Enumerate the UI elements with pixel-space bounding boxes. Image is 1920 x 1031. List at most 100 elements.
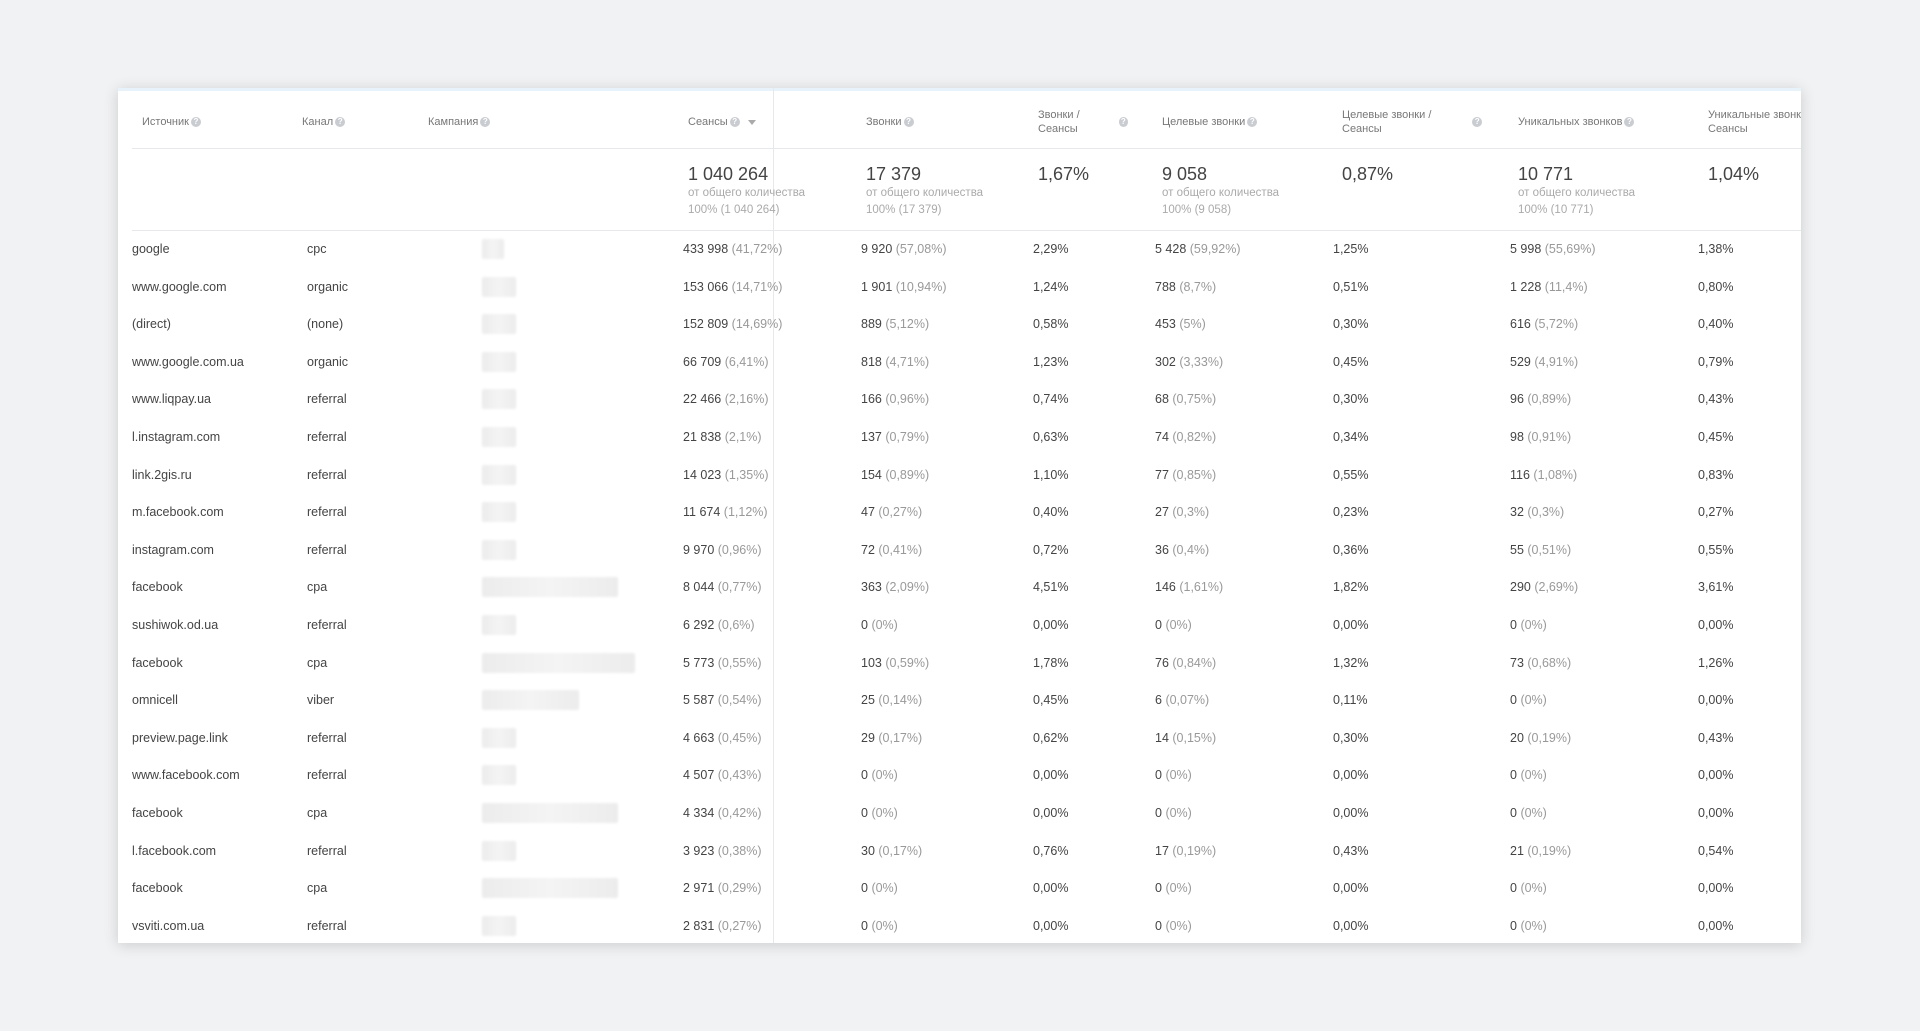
- cell-channel: referral: [307, 607, 347, 645]
- help-icon[interactable]: ?: [903, 117, 914, 127]
- table-row[interactable]: (direct) (none) 152 809 (14,69%) 889 (5,12%…: [132, 306, 1801, 344]
- cell-calls-rate: 0,76%: [1033, 833, 1068, 871]
- help-icon[interactable]: ?: [335, 117, 346, 127]
- total-caption: от общего количества: [1162, 187, 1280, 199]
- cell-share: (0,84%): [1172, 655, 1217, 670]
- help-icon[interactable]: ?: [1118, 117, 1128, 127]
- cell-value: 154: [861, 467, 882, 482]
- cell-share: (6,41%): [724, 354, 769, 369]
- cell-value: referral: [307, 467, 347, 482]
- table-row[interactable]: google cpc 433 998 (41,72%) 9 920 (57,08%) 2…: [132, 231, 1801, 269]
- cell-unique-rate: 0,45%: [1698, 419, 1733, 457]
- cell-unique: 32 (0,3%): [1510, 494, 1564, 532]
- table-row[interactable]: www.google.com.ua organic 66 709 (6,41%) 81…: [132, 344, 1801, 382]
- campaign-redacted: [482, 915, 516, 936]
- cell-sessions: 4 507 (0,43%): [683, 757, 762, 795]
- help-icon[interactable]: ?: [729, 117, 740, 127]
- cell-value: 0,55%: [1333, 467, 1369, 482]
- help-icon[interactable]: ?: [480, 117, 491, 127]
- table-row[interactable]: www.google.com organic 153 066 (14,71%) 1 9…: [132, 269, 1801, 307]
- table-row[interactable]: sushiwok.od.ua referral 6 292 (0,6%) 0 (0%)…: [132, 607, 1801, 645]
- cell-value: 22 466: [683, 392, 722, 407]
- cell-calls-rate: 0,58%: [1033, 306, 1068, 344]
- cell-share: (0,89%): [1527, 392, 1572, 407]
- table-row[interactable]: link.2gis.ru referral 14 023 (1,35%) 154 (0…: [132, 457, 1801, 495]
- cell-share: (0,79%): [885, 429, 930, 444]
- table-row[interactable]: facebook cpa 2 971 (0,29%) 0 (0%) 0,00% 0 (0%…: [132, 870, 1801, 908]
- help-icon[interactable]: ?: [190, 117, 201, 127]
- column-header[interactable]: Сеансы?: [688, 106, 838, 138]
- cell-value: 6 292: [683, 617, 715, 632]
- cell-value: 66 709: [683, 354, 722, 369]
- cell-value: 1,38%: [1698, 242, 1734, 256]
- column-header[interactable]: Звонки / Сеансы?: [1038, 106, 1128, 138]
- table-row[interactable]: preview.page.link referral 4 663 (0,45%) 29…: [132, 720, 1801, 758]
- cell-value: 0,00%: [1698, 918, 1734, 933]
- cell-share: (0,19%): [1172, 843, 1217, 858]
- table-row[interactable]: facebook cpa 5 773 (0,55%) 103 (0,59%) 1,78%…: [132, 645, 1801, 683]
- cell-calls-rate: 0,00%: [1033, 908, 1068, 943]
- help-icon[interactable]: ?: [1247, 117, 1258, 127]
- cell-calls-rate: 0,40%: [1033, 494, 1068, 532]
- cell-sessions: 5 587 (0,54%): [683, 682, 762, 720]
- column-header[interactable]: Канал?: [302, 106, 412, 138]
- cell-value: 0,43%: [1698, 730, 1734, 745]
- report-card: Источник? Канал? Кампания? Сеансы? Звонки? Зв…: [118, 88, 1801, 943]
- cell-share: (0,19%): [1527, 843, 1572, 858]
- cell-value: referral: [307, 768, 347, 783]
- cell-value: 0,63%: [1033, 429, 1069, 444]
- cell-value: 453: [1155, 317, 1176, 332]
- table-row[interactable]: instagram.com referral 9 970 (0,96%) 72 (0,…: [132, 532, 1801, 570]
- cell-value: 4 334: [683, 805, 715, 820]
- cell-source: www.google.com.ua: [132, 344, 244, 382]
- cell-unique-rate: 0,00%: [1698, 607, 1733, 645]
- cell-unique: 529 (4,91%): [1510, 344, 1578, 382]
- total-caption: от общего количества: [1518, 187, 1636, 199]
- column-header[interactable]: Уникальные звонки / Сеансы: [1708, 106, 1801, 138]
- cell-sessions: 152 809 (14,69%): [683, 306, 782, 344]
- cell-share: (0,29%): [717, 881, 762, 896]
- cell-share: (59,92%): [1189, 242, 1241, 256]
- column-header[interactable]: Источник?: [142, 106, 282, 138]
- cell-share: (0%): [1520, 918, 1547, 933]
- cell-channel: organic: [307, 269, 348, 307]
- table-row[interactable]: omnicell viber 5 587 (0,54%) 25 (0,14%) 0,45…: [132, 682, 1801, 720]
- cell-value: l.instagram.com: [132, 429, 221, 444]
- column-header[interactable]: Звонки?: [866, 106, 1016, 138]
- table-row[interactable]: www.facebook.com referral 4 507 (0,43%) 0 (…: [132, 757, 1801, 795]
- cell-value: referral: [307, 918, 347, 933]
- cell-target: 27 (0,3%): [1155, 494, 1209, 532]
- help-icon[interactable]: ?: [1624, 117, 1635, 127]
- cell-calls-rate: 1,24%: [1033, 269, 1068, 307]
- table-row[interactable]: l.facebook.com referral 3 923 (0,38%) 30 (0…: [132, 833, 1801, 871]
- table-row[interactable]: m.facebook.com referral 11 674 (1,12%) 47 (…: [132, 494, 1801, 532]
- table-row[interactable]: facebook cpa 8 044 (0,77%) 363 (2,09%) 4,51%…: [132, 569, 1801, 607]
- cell-target: 68 (0,75%): [1155, 381, 1216, 419]
- cell-sessions: 22 466 (2,16%): [683, 381, 769, 419]
- cell-calls: 47 (0,27%): [861, 494, 922, 532]
- cell-value: 0,27%: [1698, 505, 1734, 520]
- column-header-label: Источник: [142, 115, 189, 128]
- column-header[interactable]: Уникальных звонков?: [1518, 106, 1678, 138]
- column-header[interactable]: Кампания?: [428, 106, 578, 138]
- help-icon[interactable]: ?: [1472, 117, 1482, 127]
- cell-share: (0,91%): [1527, 429, 1572, 444]
- cell-value: www.liqpay.ua: [132, 392, 211, 407]
- cell-value: facebook: [132, 805, 183, 820]
- column-header[interactable]: Целевые звонки?: [1162, 106, 1312, 138]
- column-header[interactable]: Целевые звонки / Сеансы?: [1342, 106, 1482, 138]
- sort-desc-icon[interactable]: [747, 119, 756, 125]
- cell-value: 0,55%: [1698, 542, 1734, 557]
- cell-source: google: [132, 231, 170, 269]
- cell-target-rate: 0,00%: [1333, 757, 1368, 795]
- cell-value: 0,30%: [1333, 730, 1369, 745]
- table-row[interactable]: www.liqpay.ua referral 22 466 (2,16%) 166 (…: [132, 381, 1801, 419]
- cell-value: referral: [307, 429, 347, 444]
- cell-value: www.facebook.com: [132, 768, 240, 783]
- cell-channel: cpa: [307, 645, 327, 683]
- table-row[interactable]: l.instagram.com referral 21 838 (2,1%) 137 …: [132, 419, 1801, 457]
- cell-value: 68: [1155, 392, 1169, 407]
- table-row[interactable]: facebook cpa 4 334 (0,42%) 0 (0%) 0,00% 0 (0%…: [132, 795, 1801, 833]
- cell-value: 1,25%: [1333, 242, 1369, 256]
- table-row[interactable]: vsviti.com.ua referral 2 831 (0,27%) 0 (0%)…: [132, 908, 1801, 943]
